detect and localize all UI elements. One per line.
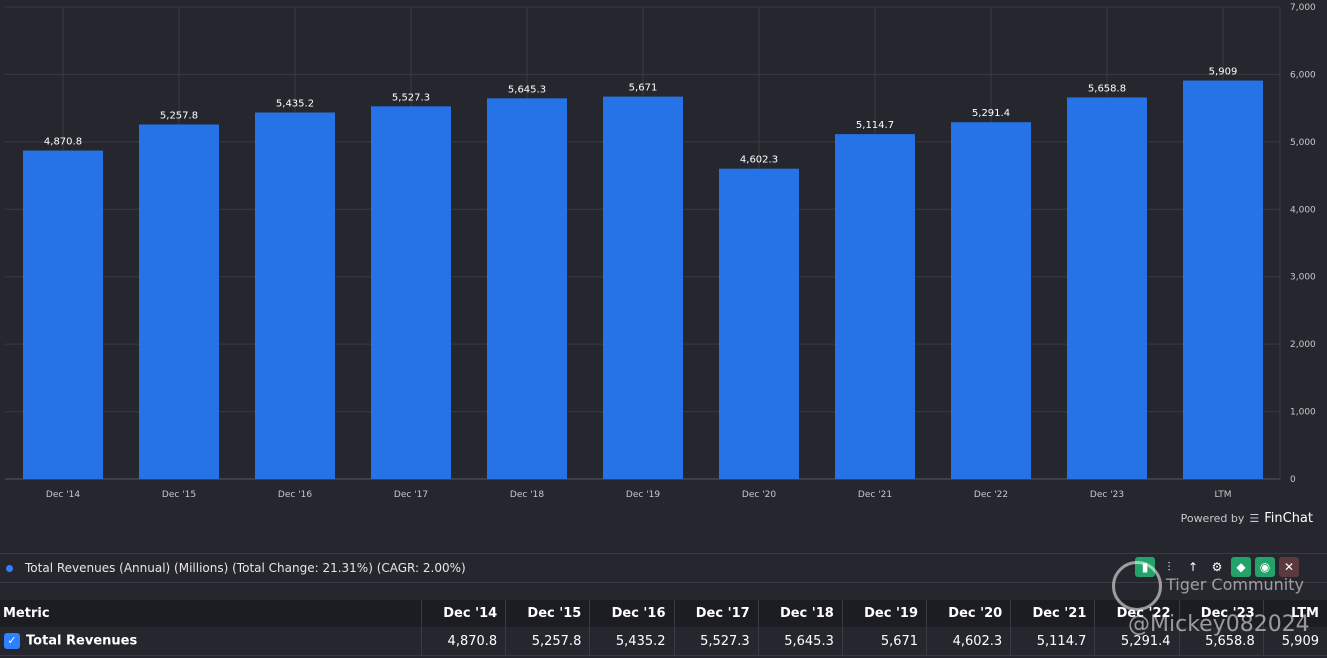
bar[interactable] — [1067, 97, 1147, 479]
legend-label: Total Revenues (Annual) (Millions) (Tota… — [25, 561, 466, 575]
data-label: 4,870.8 — [44, 137, 82, 148]
y-tick-label: 1,000 — [1290, 408, 1316, 418]
bar[interactable] — [603, 96, 683, 479]
value-cell: 5,435.2 — [589, 627, 675, 656]
data-label: 5,435.2 — [276, 99, 314, 110]
sort-icon[interactable]: ↑ — [1183, 557, 1203, 577]
value-cell: 5,114.7 — [1010, 627, 1095, 656]
gear-icon[interactable]: ⚙ — [1207, 557, 1227, 577]
bar[interactable] — [139, 124, 219, 479]
x-tick-label: LTM — [1214, 490, 1231, 500]
finchat-logo-icon: ☰ — [1249, 512, 1260, 525]
value-cell: 5,658.8 — [1178, 627, 1264, 656]
metric-cell: ✓ Total Revenues — [0, 627, 422, 656]
brand-name: FinChat — [1264, 511, 1313, 526]
data-label: 4,602.3 — [740, 155, 778, 166]
bar-chart-icon[interactable]: ▮ — [1135, 557, 1155, 577]
metric-name: Total Revenues — [26, 633, 138, 649]
value-cell: 5,257.8 — [505, 627, 590, 656]
column-header[interactable]: Dec '23 — [1178, 600, 1264, 627]
column-header[interactable]: Dec '21 — [1010, 600, 1095, 627]
x-tick-label: Dec '21 — [858, 490, 892, 500]
y-tick-label: 3,000 — [1290, 273, 1316, 283]
column-header[interactable]: Dec '20 — [926, 600, 1011, 627]
x-tick-label: Dec '15 — [162, 490, 196, 500]
data-label: 5,527.3 — [392, 92, 430, 103]
x-tick-label: Dec '19 — [626, 490, 660, 500]
bar[interactable] — [719, 168, 799, 479]
x-tick-label: Dec '23 — [1090, 490, 1124, 500]
y-tick-label: 7,000 — [1290, 3, 1316, 13]
data-label: 5,671 — [629, 83, 658, 94]
value-cell: 4,602.3 — [926, 627, 1011, 656]
x-tick-label: Dec '17 — [394, 490, 428, 500]
bar[interactable] — [1183, 80, 1263, 479]
data-label: 5,909 — [1209, 67, 1238, 78]
bar-chart: 0 1,000 2,000 3,000 4,000 5,000 6,000 7,000 4,87… — [5, 3, 1316, 500]
bar[interactable] — [835, 134, 915, 479]
bar[interactable] — [487, 98, 567, 479]
x-tick-label: Dec '16 — [278, 490, 312, 500]
value-cell: 5,527.3 — [673, 627, 759, 656]
x-tick-label: Dec '18 — [510, 490, 544, 500]
table-row: ✓ Total Revenues 4,870.8 5,257.8 5,435.2 5,52… — [0, 627, 1327, 656]
tag-icon[interactable]: ◆ — [1231, 557, 1251, 577]
eye-icon[interactable]: ◉ — [1255, 557, 1275, 577]
close-icon[interactable]: ✕ — [1279, 557, 1299, 577]
x-tick-label: Dec '22 — [974, 490, 1008, 500]
column-header[interactable]: Dec '14 — [420, 600, 506, 627]
value-cell: 5,645.3 — [757, 627, 843, 656]
column-header[interactable]: Dec '18 — [757, 600, 843, 627]
column-header[interactable]: Dec '16 — [589, 600, 675, 627]
legend-dot-icon — [6, 564, 13, 572]
value-cell: 5,671 — [841, 627, 927, 656]
legend: Total Revenues (Annual) (Millions) (Tota… — [0, 553, 1327, 583]
y-tick-label: 6,000 — [1290, 70, 1316, 80]
value-cell: 5,291.4 — [1094, 627, 1180, 656]
y-tick-label: 4,000 — [1290, 205, 1316, 215]
metric-header: Metric — [0, 600, 422, 627]
data-label: 5,114.7 — [856, 120, 894, 131]
bar[interactable] — [255, 112, 335, 479]
y-tick-label: 2,000 — [1290, 340, 1316, 350]
value-cell: 4,870.8 — [420, 627, 506, 656]
x-tick-label: Dec '20 — [742, 490, 776, 500]
column-header[interactable]: LTM — [1262, 600, 1327, 627]
chart-toolbar: ▮ ⫶ ↑ ⚙ ◆ ◉ ✕ — [1135, 557, 1299, 577]
data-label: 5,658.8 — [1088, 83, 1126, 94]
column-header[interactable]: Dec '19 — [841, 600, 927, 627]
x-tick-label: Dec '14 — [46, 490, 80, 500]
y-tick-label: 5,000 — [1290, 138, 1316, 148]
bar[interactable] — [23, 150, 103, 479]
data-label: 5,645.3 — [508, 84, 546, 95]
column-header[interactable]: Dec '22 — [1094, 600, 1180, 627]
data-table: Metric Dec '14 Dec '15 Dec '16 Dec '17 Dec '1… — [0, 600, 1327, 656]
bar[interactable] — [371, 106, 451, 479]
checkbox[interactable]: ✓ — [4, 633, 20, 649]
column-header[interactable]: Dec '17 — [673, 600, 759, 627]
y-tick-label: 0 — [1290, 475, 1296, 485]
data-label: 5,291.4 — [972, 108, 1010, 119]
bar[interactable] — [951, 122, 1031, 479]
stacked-bar-icon[interactable]: ⫶ — [1159, 557, 1179, 577]
column-header[interactable]: Dec '15 — [505, 600, 590, 627]
powered-by: Powered by ☰ FinChat — [1181, 511, 1313, 526]
powered-by-label: Powered by — [1180, 512, 1245, 525]
value-cell: 5,909 — [1262, 627, 1327, 656]
data-label: 5,257.8 — [160, 110, 198, 121]
